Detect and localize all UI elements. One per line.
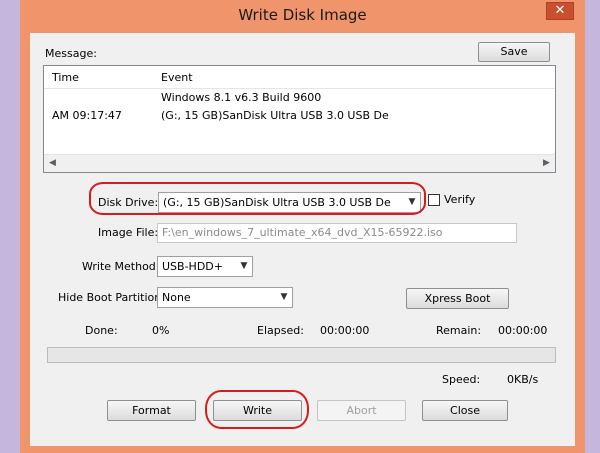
column-header-time[interactable]: Time xyxy=(52,71,79,85)
window-title: Write Disk Image xyxy=(238,6,367,24)
done-label: Done: xyxy=(85,324,118,337)
xpress-boot-button[interactable]: Xpress Boot xyxy=(406,288,509,309)
abort-button[interactable]: Abort xyxy=(317,400,406,421)
header-divider xyxy=(44,88,555,89)
arrow-right-icon[interactable]: ▶ xyxy=(538,155,555,171)
arrow-left-icon[interactable]: ◀ xyxy=(44,155,61,171)
hide-boot-partition-label: Hide Boot Partition: xyxy=(58,291,165,304)
write-method-value: USB-HDD+ xyxy=(162,260,223,273)
message-label: Message: xyxy=(45,47,97,60)
write-disk-image-window: Write Disk Image ✕ Message: Save Time Ev… xyxy=(20,0,585,453)
chevron-down-icon[interactable]: ▼ xyxy=(236,257,252,276)
horizontal-scrollbar[interactable]: ◀ ▶ xyxy=(44,154,555,172)
elapsed-value: 00:00:00 xyxy=(320,324,370,337)
chevron-down-icon[interactable]: ▼ xyxy=(276,288,292,307)
save-button[interactable]: Save xyxy=(478,42,550,62)
speed-value: 0KB/s xyxy=(507,373,539,386)
write-method-select[interactable]: USB-HDD+ ▼ xyxy=(157,256,253,277)
close-button[interactable]: Close xyxy=(422,400,508,421)
event-cell: Windows 8.1 v6.3 Build 9600 xyxy=(161,91,322,104)
image-file-value: F:\en_windows_7_ultimate_x64_dvd_X15-659… xyxy=(162,226,443,239)
verify-checkbox[interactable] xyxy=(428,194,440,206)
dialog-client: Message: Save Time Event Windows 8.1 v6.… xyxy=(30,33,575,446)
message-list[interactable]: Time Event Windows 8.1 v6.3 Build 9600 A… xyxy=(43,65,556,173)
window-close-button[interactable]: ✕ xyxy=(546,2,574,20)
column-header-event[interactable]: Event xyxy=(161,71,193,85)
highlight-annotation-disk-drive xyxy=(89,182,426,215)
write-method-label: Write Method: xyxy=(82,260,160,273)
image-file-field[interactable]: F:\en_windows_7_ultimate_x64_dvd_X15-659… xyxy=(157,223,517,243)
remain-label: Remain: xyxy=(436,324,482,337)
hide-boot-partition-value: None xyxy=(162,291,191,304)
hide-boot-partition-select[interactable]: None ▼ xyxy=(157,287,293,308)
remain-value: 00:00:00 xyxy=(498,324,548,337)
highlight-annotation-write xyxy=(205,390,309,429)
speed-label: Speed: xyxy=(442,373,481,386)
format-button[interactable]: Format xyxy=(107,400,196,421)
verify-label[interactable]: Verify xyxy=(444,193,475,207)
progress-bar xyxy=(47,347,556,363)
event-cell: (G:, 15 GB)SanDisk Ultra USB 3.0 USB De xyxy=(161,109,389,122)
time-cell: AM 09:17:47 xyxy=(52,109,122,122)
elapsed-label: Elapsed: xyxy=(257,324,304,337)
done-value: 0% xyxy=(152,324,170,337)
image-file-label: Image File: xyxy=(98,226,159,239)
